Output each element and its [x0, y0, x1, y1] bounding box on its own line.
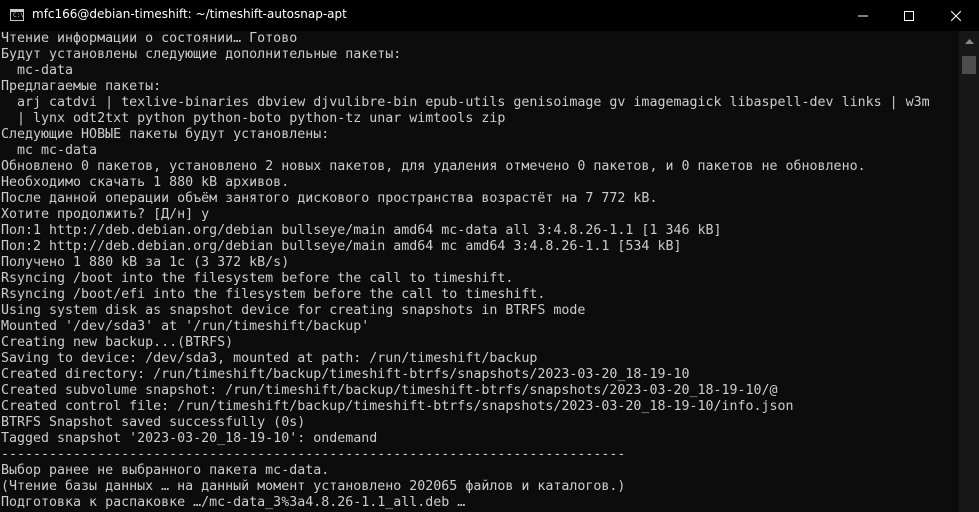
window-title: mfc166@debian-timeshift: ~/timeshift-aut… — [32, 7, 347, 21]
console-line: Rsyncing /boot into the filesystem befor… — [1, 271, 514, 286]
console-line: Получено 1 880 kB за 1с (3 372 kB/s) — [1, 255, 290, 270]
console-output[interactable]: Чтение информации о состоянии… Готово Буд… — [1, 31, 959, 512]
console-line: mc-data — [1, 63, 74, 78]
minimize-button[interactable] — [840, 0, 886, 31]
console-line: Обновлено 0 пакетов, установлено 2 новых… — [1, 159, 866, 174]
console-line: Created subvolume snapshot: /run/timeshi… — [1, 383, 778, 398]
console-line: Хотите продолжить? [Д/н] y — [1, 207, 210, 222]
minimize-icon — [858, 15, 868, 16]
console-line: Пол:2 http://deb.debian.org/debian bulls… — [1, 239, 682, 254]
console-line: Created directory: /run/timeshift/backup… — [1, 367, 690, 382]
console-line: Чтение информации о состоянии… Готово — [1, 31, 298, 46]
console-line: Created control file: /run/timeshift/bac… — [1, 399, 794, 414]
console-line: | lynx odt2txt python python-boto python… — [1, 111, 506, 126]
console-line: Creating new backup...(BTRFS) — [1, 335, 234, 350]
terminal-icon[interactable]: C:\ — [10, 9, 24, 21]
close-icon — [951, 10, 961, 21]
scrollbar-thumb[interactable] — [962, 56, 976, 74]
maximize-icon — [904, 10, 914, 21]
console-line: Mounted '/dev/sda3' at '/run/timeshift/b… — [1, 319, 370, 334]
console-line: Пол:1 http://deb.debian.org/debian bulls… — [1, 223, 722, 238]
console-line: arj catdvi | texlive-binaries dbview djv… — [1, 95, 930, 110]
console-line: После данной операции объём занятого дис… — [1, 191, 658, 206]
console-line: ----------------------------------------… — [1, 447, 626, 462]
console-line: Необходимо скачать 1 880 kB архивов. — [1, 175, 290, 190]
console-line: Предлагаемые пакеты: — [1, 79, 162, 94]
scroll-up-button[interactable] — [959, 31, 979, 51]
console-line: Rsyncing /boot/efi into the filesystem b… — [1, 287, 546, 302]
console-line: Saving to device: /dev/sda3, mounted at … — [1, 351, 538, 366]
console-line: Tagged snapshot '2023-03-20_18-19-10': o… — [1, 431, 378, 446]
console-line: Будут установлены следующие дополнительн… — [1, 47, 402, 62]
console-line: Using system disk as snapshot device for… — [1, 303, 586, 318]
title-bar[interactable]: C:\ mfc166@debian-timeshift: ~/timeshift… — [0, 0, 979, 31]
terminal-window: C:\ mfc166@debian-timeshift: ~/timeshift… — [0, 0, 979, 512]
chevron-up-icon — [964, 38, 974, 44]
console-line: (Чтение базы данных … на данный момент у… — [1, 479, 626, 494]
console-line: Выбор ранее не выбранного пакета mc-data… — [1, 463, 330, 478]
console-line: Подготовка к распаковке …/mc-data_3%3a4.… — [1, 495, 466, 510]
console-line: BTRFS Snapshot saved successfully (0s) — [1, 415, 306, 430]
vertical-scrollbar[interactable] — [959, 31, 979, 512]
close-button[interactable] — [933, 0, 979, 31]
maximize-button[interactable] — [886, 0, 932, 31]
console-line: mc mc-data — [1, 143, 98, 158]
console-line: Следующие НОВЫЕ пакеты будут установлены… — [1, 127, 330, 142]
